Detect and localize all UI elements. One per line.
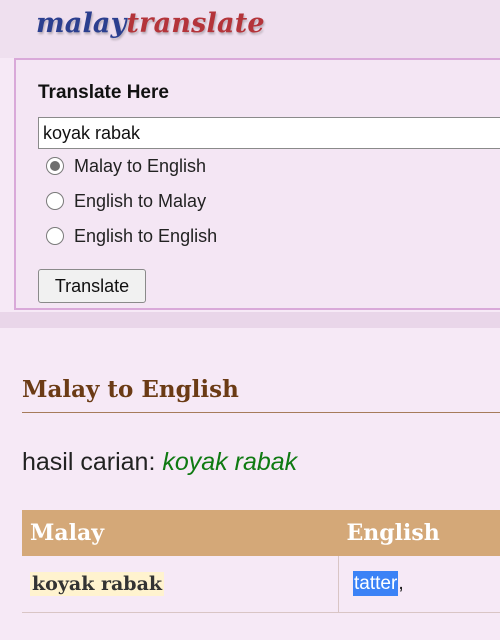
radio-english-to-english[interactable] — [46, 227, 64, 245]
logo-text-translate: translate — [126, 8, 265, 39]
site-header: malaytranslate — [0, 0, 500, 58]
translate-button[interactable]: Translate — [38, 269, 146, 303]
table-header-row: Malay English — [22, 510, 500, 556]
result-prefix: hasil carian: — [22, 448, 156, 476]
search-result-line: hasil carian: koyak rabak — [22, 448, 297, 477]
translate-panel: Translate Here Malay to English English … — [14, 58, 500, 310]
radio-english-to-malay[interactable] — [46, 192, 64, 210]
option-english-to-english[interactable]: English to English — [46, 224, 217, 248]
option-malay-to-english[interactable]: Malay to English — [46, 154, 206, 178]
malay-word[interactable]: koyak rabak — [30, 571, 165, 596]
option-label: English to English — [74, 225, 218, 246]
panel-divider — [0, 312, 500, 328]
panel-title: Translate Here — [38, 82, 169, 103]
option-label: Malay to English — [74, 155, 207, 176]
logo-text-malay: malay — [36, 8, 127, 39]
section-title: Malay to English — [22, 376, 239, 403]
option-english-to-malay[interactable]: English to Malay — [46, 189, 206, 213]
option-label: English to Malay — [74, 190, 207, 211]
section-divider — [22, 412, 500, 413]
english-word-separator: , — [398, 573, 404, 594]
site-logo[interactable]: malaytranslate — [36, 8, 265, 39]
radio-malay-to-english[interactable] — [46, 157, 64, 175]
column-header-malay: Malay — [22, 510, 339, 556]
column-header-english: English — [338, 510, 500, 556]
translation-table: Malay English koyak rabak tatter, — [22, 510, 500, 613]
english-word-link[interactable]: tatter — [353, 571, 399, 596]
page: malaytranslate Translate Here Malay to E… — [0, 0, 500, 640]
result-term: koyak rabak — [162, 448, 298, 476]
table-row: koyak rabak tatter, — [22, 556, 500, 613]
english-cell: tatter, — [338, 556, 500, 613]
malay-cell: koyak rabak — [22, 556, 339, 613]
search-input[interactable] — [38, 117, 500, 149]
